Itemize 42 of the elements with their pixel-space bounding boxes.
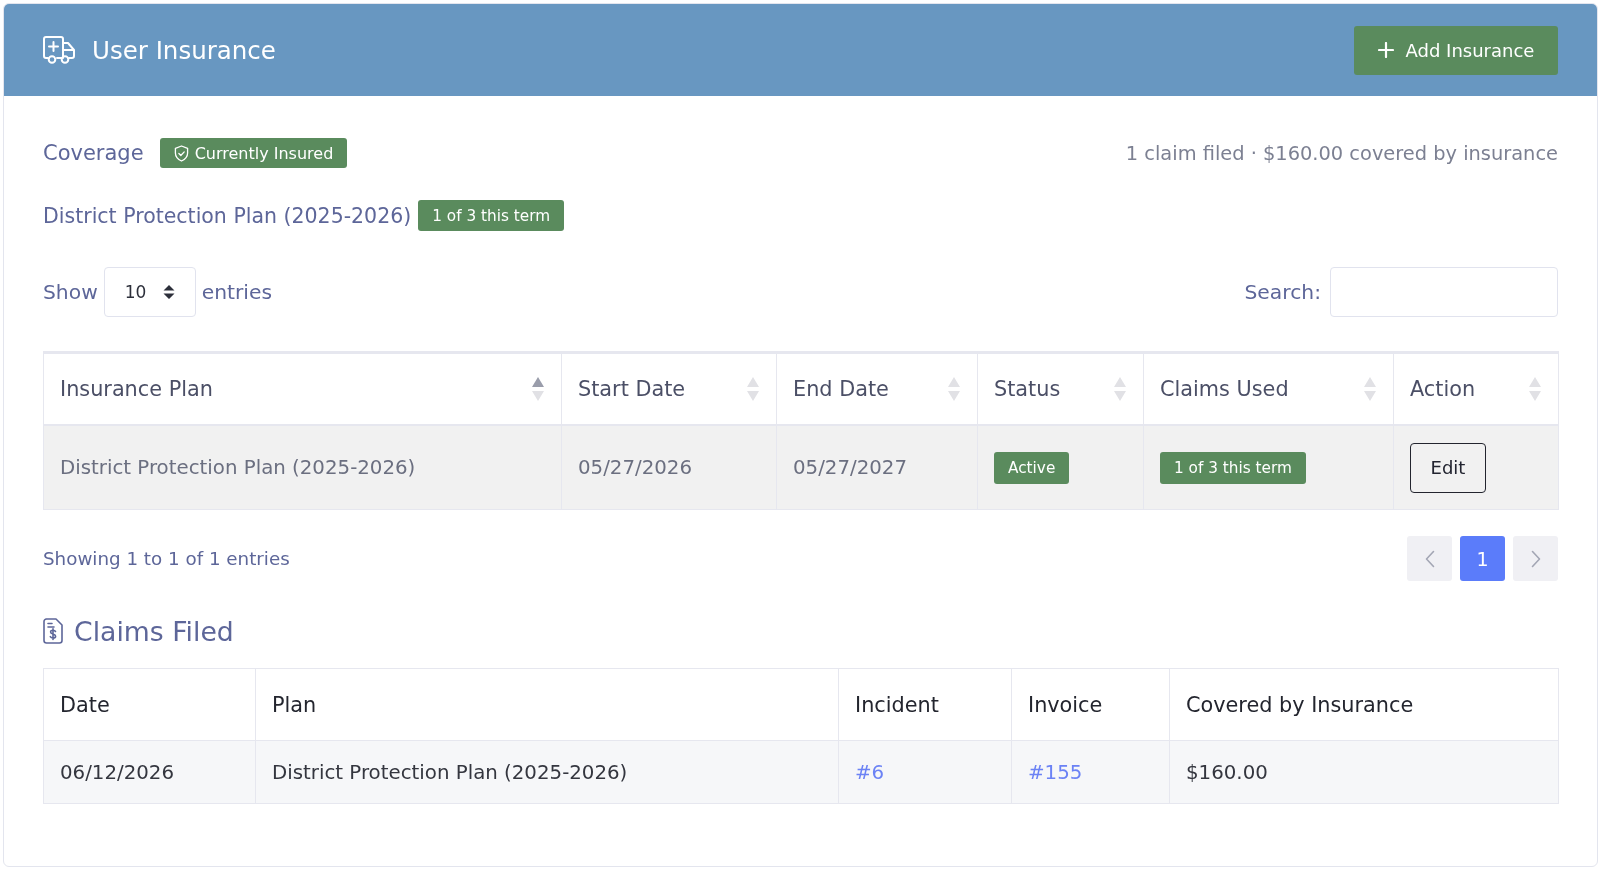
section-title: Claims Filed (74, 615, 234, 647)
shield-check-icon (173, 144, 189, 162)
ambulance-icon (43, 36, 75, 64)
table-info: Showing 1 to 1 of 1 entries (43, 548, 290, 569)
column-header: Invoice (1011, 668, 1170, 741)
edit-button[interactable]: Edit (1410, 442, 1486, 493)
table-cell: District Protection Plan (2025-2026) (255, 740, 839, 804)
claims-summary: 1 claim filed · $160.00 covered by insurance (1125, 141, 1558, 165)
table-cell: $160.00 (1169, 740, 1559, 804)
chevron-right-icon (1530, 549, 1541, 568)
page-button[interactable]: 1 (1460, 536, 1505, 581)
column-header[interactable]: Start Date (561, 352, 777, 425)
column-header[interactable]: Insurance Plan (43, 352, 562, 425)
entries-select[interactable]: 10 (103, 267, 196, 317)
usage-badge: 1 of 3 this term (418, 200, 565, 231)
search-label: Search: (1244, 280, 1321, 304)
column-header[interactable]: Claims Used (1143, 352, 1394, 425)
status-badge: 1 of 3 this term (1160, 451, 1306, 484)
coverage-status-text: Currently Insured (194, 143, 334, 163)
document-dollar-icon (43, 618, 63, 644)
column-header: Date (43, 668, 256, 741)
table-cell: District Protection Plan (2025-2026) (43, 425, 562, 510)
column-header[interactable]: End Date (776, 352, 978, 425)
chevron-left-icon (1424, 549, 1435, 568)
table-cell: 06/12/2026 (43, 740, 256, 804)
column-header[interactable]: Status (977, 352, 1144, 425)
column-header: Incident (838, 668, 1012, 741)
plan-name: District Protection Plan (2025-2026) (43, 203, 412, 228)
search-field[interactable] (1330, 267, 1558, 317)
plus-icon (1377, 42, 1394, 58)
column-header[interactable]: Action (1393, 352, 1559, 425)
column-header: Covered by Insurance (1169, 668, 1559, 741)
coverage-label: Coverage (43, 141, 144, 165)
column-header: Plan (255, 668, 839, 741)
updown-caret-icon (162, 284, 175, 300)
add-insurance-button[interactable]: Add Insurance (1354, 25, 1558, 75)
page-title: User Insurance (92, 35, 276, 65)
table-cell: 05/27/2027 (776, 425, 978, 510)
show-label: Show (43, 280, 98, 304)
status-badge: Active (994, 451, 1070, 484)
table-cell: 05/27/2026 (561, 425, 777, 510)
entries-label: entries (201, 280, 273, 304)
